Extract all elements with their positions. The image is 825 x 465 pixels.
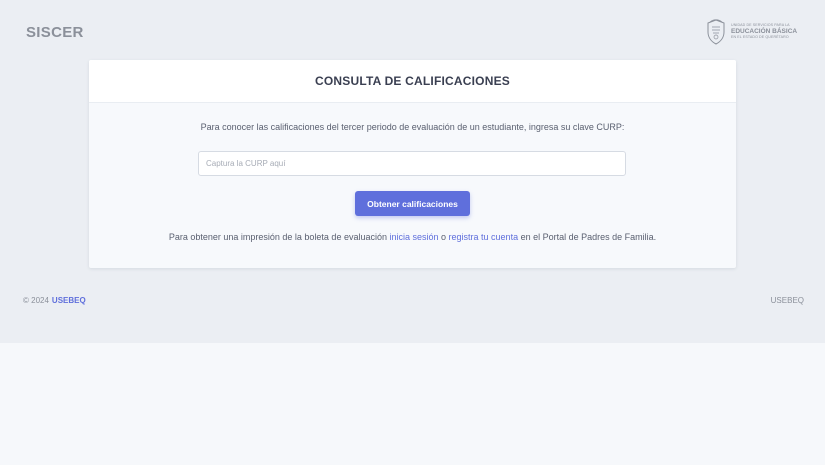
card-title: CONSULTA DE CALIFICACIONES [315, 74, 510, 88]
print-note-middle: o [438, 232, 449, 242]
footer-copyright: © 2024 USEBEQ [23, 296, 86, 305]
print-note-prefix: Para obtener una impresión de la boleta … [168, 232, 390, 242]
copyright-text: © 2024 [23, 296, 49, 305]
get-grades-button[interactable]: Obtener calificaciones [355, 191, 470, 216]
grades-query-card: CONSULTA DE CALIFICACIONES Para conocer … [89, 60, 736, 268]
state-seal-icon [707, 19, 725, 45]
footer-right-text: USEBEQ [770, 296, 804, 305]
logo-line-3: EN EL ESTADO DE QUERÉTARO [731, 35, 789, 40]
login-link[interactable]: inicia sesión [389, 232, 438, 242]
print-note: Para obtener una impresión de la boleta … [89, 232, 736, 242]
usebeq-logo: UNIDAD DE SERVICIOS PARA LA EDUCACIÓN BÁ… [705, 18, 801, 46]
instructions-text: Para conocer las calificaciones del terc… [200, 122, 625, 132]
app-brand: SISCER [26, 24, 84, 41]
print-note-suffix: en el Portal de Padres de Familia. [518, 232, 657, 242]
logo-text: UNIDAD DE SERVICIOS PARA LA EDUCACIÓN BÁ… [731, 24, 797, 40]
footer-brand-link[interactable]: USEBEQ [52, 296, 86, 305]
curp-input[interactable] [198, 151, 626, 176]
register-link[interactable]: registra tu cuenta [449, 232, 519, 242]
card-header: CONSULTA DE CALIFICACIONES [89, 60, 736, 103]
